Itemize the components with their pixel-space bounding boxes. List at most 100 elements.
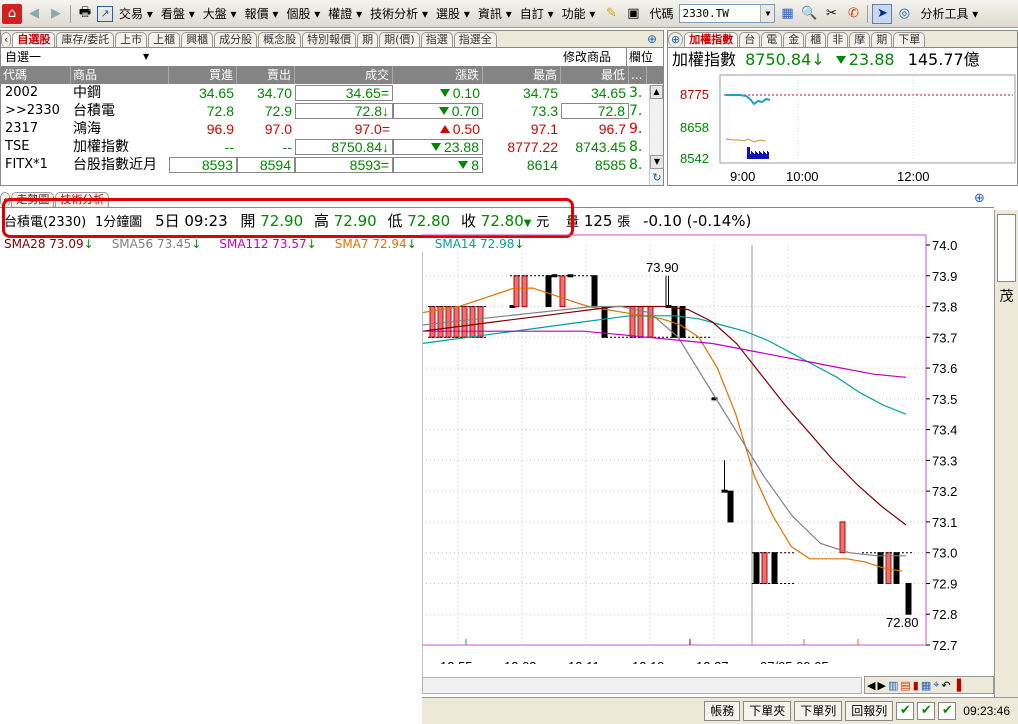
bars-icon[interactable]: ▐ [953,679,961,692]
check-icon[interactable]: ✔ [917,702,936,720]
tab-item[interactable]: 自選股 [12,32,56,47]
candle[interactable] [437,306,444,338]
candle[interactable] [591,275,598,308]
candle[interactable] [761,552,768,584]
candle[interactable] [545,275,552,308]
candle[interactable] [893,552,900,584]
chart-horizontal-scrollbar[interactable] [422,677,862,694]
tab-item[interactable]: 下單 [893,32,926,47]
candle[interactable] [513,275,520,308]
tab-item[interactable]: 指選 [420,32,453,47]
calendar-icon[interactable]: ▤ [900,679,910,692]
column-header[interactable]: 商品 [71,66,169,84]
column-header[interactable]: 最低 [561,66,629,84]
undo-icon[interactable]: ↶ [941,679,950,692]
code-input[interactable]: 2330.TW ▼ [679,4,776,23]
search-icon[interactable]: 🔍 [799,4,819,24]
table-row[interactable]: FITX*1 台股指數近月 8593 8594 8593= 8 8614 8585 8. [1,156,663,174]
tab-item[interactable]: 上市 [115,32,148,47]
menu-item[interactable]: 看盤 ▾ [157,3,199,25]
tab-item[interactable]: 加權指數 [684,32,739,47]
tab-item[interactable]: 櫃 [805,32,827,47]
menu-item[interactable]: 個股 ▾ [282,3,324,25]
menu-item[interactable]: 選股 ▾ [432,3,474,25]
cross-icon[interactable]: ⌖ [933,678,939,692]
table-row[interactable]: 2002 中鋼 34.65 34.70 34.65= 0.10 34.75 34.65 3. [1,84,663,102]
status-button[interactable]: 帳務 [704,701,741,721]
candle[interactable] [647,306,654,338]
tab-item[interactable]: 期 [357,32,379,47]
tab-item[interactable]: 指選全 [453,32,497,47]
scroll-up-icon[interactable]: ▲ [650,85,663,99]
column-header[interactable]: 代碼 [1,66,71,84]
analysis-icon[interactable]: ◎ [894,4,914,24]
tab-item[interactable]: 摩 [849,32,871,47]
cursor-icon[interactable]: ➤ [872,3,893,24]
tab-item[interactable]: 期(價) [379,32,420,47]
candle[interactable] [771,552,778,584]
menu-item[interactable]: 交易 ▾ [115,3,157,25]
menu-item[interactable]: 權證 ▾ [324,3,366,25]
tab-item[interactable]: 金 [783,32,805,47]
tab-item[interactable]: 概念股 [258,32,302,47]
window-icon[interactable]: ▣ [623,4,643,24]
candle-icon[interactable]: ▮ [913,679,919,692]
grid-icon[interactable]: ▦ [921,679,931,692]
refresh-icon[interactable]: ↻ [650,171,664,185]
menu-item[interactable]: 自訂 ▾ [516,3,558,25]
tools-icon[interactable]: ✂ [821,4,841,24]
column-header[interactable]: 最高 [483,66,561,84]
candle[interactable] [753,552,760,584]
tab-item[interactable]: 庫存/委託 [56,32,115,47]
table-row[interactable]: TSE 加權指數 -- -- 8750.84↓ 23.88 8777.22 8743.45 8. [1,138,663,156]
fields-button[interactable]: 欄位 [626,48,653,66]
tab-item[interactable]: 特別報價 [302,32,357,47]
menu-item[interactable]: 大盤 ▾ [199,3,241,25]
candle[interactable] [727,490,734,523]
alert-icon[interactable]: ✆ [843,4,863,24]
status-button[interactable]: 下單夾 [743,701,792,721]
tab-item[interactable]: 成分股 [214,32,258,47]
sma-legend-item[interactable]: SMA112 73.57↓ [219,237,316,251]
print-icon[interactable]: 🖶 [75,4,95,24]
chevron-down-icon[interactable]: ▼ [760,5,775,22]
tab-item[interactable]: 電 [761,32,783,47]
zoom-icon[interactable]: ⊕ [668,32,684,47]
scroll-right-icon[interactable]: ▶ [877,679,885,692]
table-row[interactable]: 2317 鴻海 96.9 97.0 97.0= 0.50 97.1 96.7 9. [1,120,663,138]
candle[interactable] [521,275,528,308]
right-strip-tab[interactable]: 茂 [995,286,1018,306]
menu-item[interactable]: 資訊 ▾ [474,3,516,25]
tab-item[interactable]: 興櫃 [181,32,214,47]
forward-icon[interactable]: ▶ [46,4,66,24]
column-header[interactable]: 賣出 [237,66,295,84]
analysis-tools-menu[interactable]: 分析工具 ▾ [916,3,982,25]
menu-item[interactable]: 技術分析 ▾ [366,3,432,25]
candle[interactable] [461,306,468,338]
modify-products-button[interactable]: 修改商品 [563,48,611,66]
export-icon[interactable]: ↗ [97,5,113,22]
watchlist-selector[interactable]: 自選一 ▼ [5,48,149,66]
back-icon[interactable]: ◀ [24,4,44,24]
zoom-icon[interactable]: ⊕ [647,32,657,46]
candle[interactable] [679,306,686,338]
sma-legend-item[interactable]: SMA28 73.09↓ [4,237,94,251]
tab-prev-icon[interactable]: ‹ [1,32,12,47]
menu-item[interactable]: 功能 ▾ [558,3,600,25]
menu-item[interactable]: 報價 ▾ [241,3,283,25]
check-icon[interactable]: ✔ [938,702,957,720]
watchlist-scrollbar[interactable]: ▲ ▼ ↻ [649,85,664,185]
candle[interactable] [559,275,566,308]
status-button[interactable]: 回報列 [845,701,894,721]
chart-type-icon[interactable]: ▥ [888,679,898,692]
right-strip-scroll-thumb[interactable] [997,214,1016,282]
tab-item[interactable]: 台 [739,32,761,47]
candle[interactable] [469,306,476,338]
sma-legend-item[interactable]: SMA7 72.94↓ [335,237,417,251]
candle[interactable] [839,521,846,554]
quote-icon[interactable]: ▦ [777,4,797,24]
table-row[interactable]: >>2330 台積電 72.8 72.9 72.8↓ 0.70 73.3 72.8 7. [1,102,663,120]
candlestick-chart[interactable]: 74.0 73.9 73.8 73.7 73.6 73.5 73.4 73.3 73.2 73.1… [422,234,994,664]
pen-icon[interactable]: ✎ [601,4,621,24]
candle[interactable] [477,306,484,338]
